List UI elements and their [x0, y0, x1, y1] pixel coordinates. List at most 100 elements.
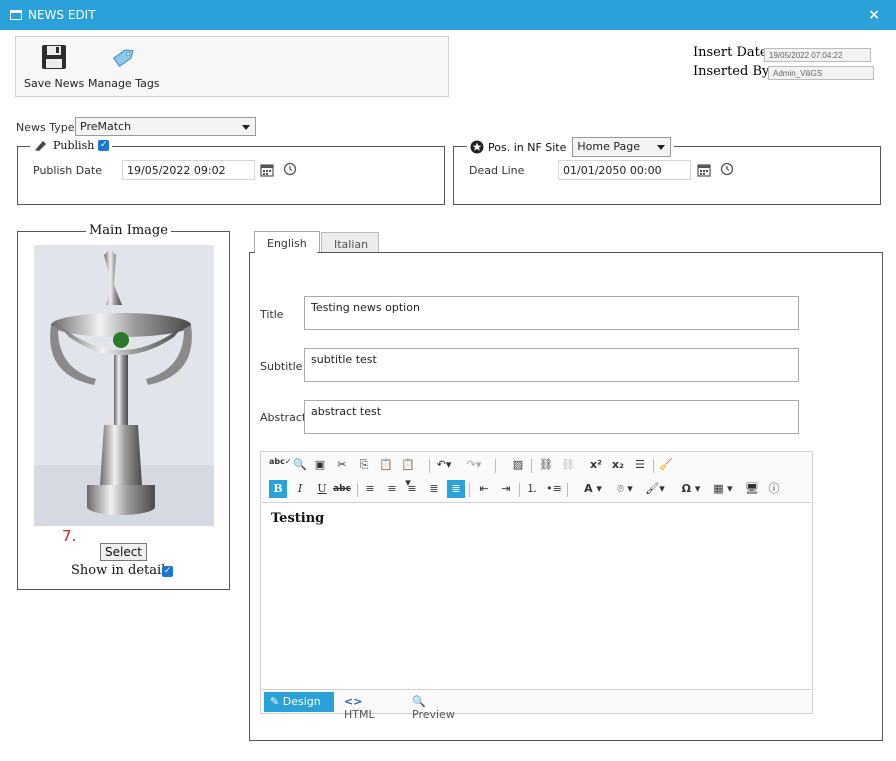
- italic-icon[interactable]: I: [291, 480, 309, 498]
- publish-legend-label: Publish: [53, 138, 95, 152]
- module-manager-icon[interactable]: 🖥: [743, 480, 761, 498]
- select-all-icon[interactable]: ▣: [311, 456, 329, 474]
- underline-icon[interactable]: U: [313, 480, 331, 498]
- news-type-select[interactable]: PreMatch: [75, 117, 256, 136]
- publish-date-input[interactable]: 19/05/2022 09:02: [122, 160, 255, 180]
- highlight-icon[interactable]: ⌾ ▾: [611, 480, 639, 498]
- find-icon[interactable]: 🔍: [291, 456, 309, 474]
- preview-mode-button[interactable]: 🔍 Preview: [406, 692, 476, 721]
- editor-content-area[interactable]: Testing: [262, 502, 811, 690]
- save-news-button[interactable]: Save News: [24, 43, 84, 90]
- active-tab-gap: [255, 251, 317, 253]
- window-titlebar: NEWS EDIT ×: [0, 0, 896, 30]
- toolbar: Save News Manage Tags: [15, 36, 449, 97]
- save-icon: [42, 45, 67, 69]
- news-type-label: News Type: [16, 121, 75, 134]
- spellcheck-icon[interactable]: abc✓: [269, 456, 292, 474]
- abstract-input[interactable]: abstract test: [304, 400, 799, 434]
- html-mode-label: HTML: [344, 708, 375, 721]
- position-select[interactable]: Home Page: [572, 137, 672, 157]
- design-mode-label: Design: [282, 695, 321, 708]
- tab-italian[interactable]: Italian: [321, 232, 379, 253]
- main-image: [34, 245, 214, 526]
- rich-text-editor: abc✓ 🔍 ▣ ✂ ⎘ 📋 📋▾ ↶▾ ↷▾ ▨ ⛓ ⛓ x² x₂ ☰ 🧹 …: [260, 451, 813, 721]
- clock-icon[interactable]: [283, 162, 297, 176]
- cut-icon[interactable]: ✂: [333, 456, 351, 474]
- toolbar-separator: [567, 483, 568, 497]
- info-icon[interactable]: ⓘ: [765, 480, 783, 498]
- toolbar-separator: [357, 483, 358, 497]
- tag-icon: [112, 49, 134, 67]
- justify-none-icon[interactable]: ≣: [447, 480, 465, 498]
- superscript-icon[interactable]: x²: [587, 456, 605, 474]
- format-painter-icon[interactable]: 🖌▾: [641, 480, 669, 498]
- undo-icon[interactable]: ↶▾: [435, 456, 453, 474]
- title-input[interactable]: Testing news option: [304, 296, 799, 330]
- indent-icon[interactable]: ⇥: [497, 480, 515, 498]
- paragraph-icon[interactable]: ☰: [631, 456, 649, 474]
- link-icon[interactable]: ⛓: [537, 456, 555, 474]
- window-title: NEWS EDIT: [28, 8, 96, 22]
- manage-tags-label: Manage Tags: [88, 77, 160, 90]
- preview-mode-label: Preview: [412, 708, 455, 721]
- manage-tags-button[interactable]: Manage Tags: [88, 43, 160, 90]
- paste-special-icon[interactable]: 📋▾: [399, 456, 417, 489]
- pencil-icon: [35, 141, 46, 151]
- font-color-icon[interactable]: A ▾: [579, 480, 607, 498]
- position-legend: Pos. in NF Site Home Page: [467, 137, 675, 157]
- position-legend-label: Pos. in NF Site: [488, 140, 567, 154]
- bold-icon[interactable]: B: [269, 480, 287, 498]
- table-icon[interactable]: ▦ ▾: [709, 480, 737, 498]
- calendar-icon[interactable]: [260, 163, 274, 177]
- toolbar-separator: [469, 483, 470, 497]
- toolbar-separator: [495, 459, 496, 473]
- html-mode-button[interactable]: <> HTML: [338, 692, 398, 721]
- close-icon[interactable]: ×: [868, 7, 880, 23]
- format-cleaner-icon[interactable]: 🧹: [657, 456, 675, 474]
- align-center-icon[interactable]: ≡: [383, 480, 401, 498]
- code-icon: <>: [344, 695, 363, 708]
- special-chars-icon[interactable]: Ω ▾: [677, 480, 705, 498]
- outdent-icon[interactable]: ⇤: [475, 480, 493, 498]
- unlink-icon[interactable]: ⛓: [559, 456, 577, 474]
- design-mode-button[interactable]: ✎ Design: [264, 692, 334, 712]
- editor-content-text: Testing: [271, 511, 325, 526]
- deadline-input[interactable]: 01/01/2050 00:00: [558, 160, 691, 180]
- toolbar-separator: [519, 483, 520, 497]
- align-right-icon[interactable]: ≡: [403, 480, 421, 498]
- publish-checkbox[interactable]: ✓: [98, 139, 110, 151]
- main-image-legend: Main Image: [86, 223, 171, 238]
- numbered-list-icon[interactable]: ⒈: [523, 480, 541, 498]
- subtitle-input[interactable]: subtitle test: [304, 348, 799, 382]
- inserted-by-value: Admin_ViliGS: [768, 66, 874, 80]
- publish-legend: Publish ✓: [30, 138, 113, 152]
- show-in-detail-checkbox[interactable]: ✓: [162, 566, 173, 577]
- publish-date-label: Publish Date: [33, 164, 102, 177]
- title-label: Title: [260, 308, 284, 321]
- copy-icon[interactable]: ⎘: [355, 456, 373, 474]
- bulleted-list-icon[interactable]: •≡: [545, 480, 563, 498]
- image-index: 7.: [62, 527, 77, 545]
- clock-icon[interactable]: [720, 162, 734, 176]
- calendar-icon[interactable]: [697, 163, 711, 177]
- abstract-label: Abstract: [260, 411, 307, 424]
- deadline-label: Dead Line: [469, 164, 525, 177]
- chevron-down-icon: [242, 125, 250, 130]
- star-icon: [470, 140, 484, 154]
- justify-icon[interactable]: ≣: [425, 480, 443, 498]
- align-left-icon[interactable]: ≡: [361, 480, 379, 498]
- insert-date-label: Insert Date:: [693, 45, 772, 60]
- strikethrough-icon[interactable]: abc: [333, 480, 351, 498]
- editor-mode-bar: ✎ Design <> HTML 🔍 Preview: [262, 690, 811, 721]
- subscript-icon[interactable]: x₂: [609, 456, 627, 474]
- select-image-button[interactable]: Select: [100, 543, 147, 561]
- paste-icon[interactable]: 📋: [377, 456, 395, 474]
- toolbar-separator: [653, 459, 654, 473]
- trophy-image: [34, 249, 214, 526]
- toolbar-separator: [531, 459, 532, 473]
- image-icon[interactable]: ▨: [509, 456, 527, 474]
- subtitle-label: Subtitle: [260, 360, 303, 373]
- save-news-label: Save News: [24, 77, 85, 90]
- magnifier-icon: 🔍: [412, 695, 426, 708]
- redo-icon[interactable]: ↷▾: [465, 456, 483, 474]
